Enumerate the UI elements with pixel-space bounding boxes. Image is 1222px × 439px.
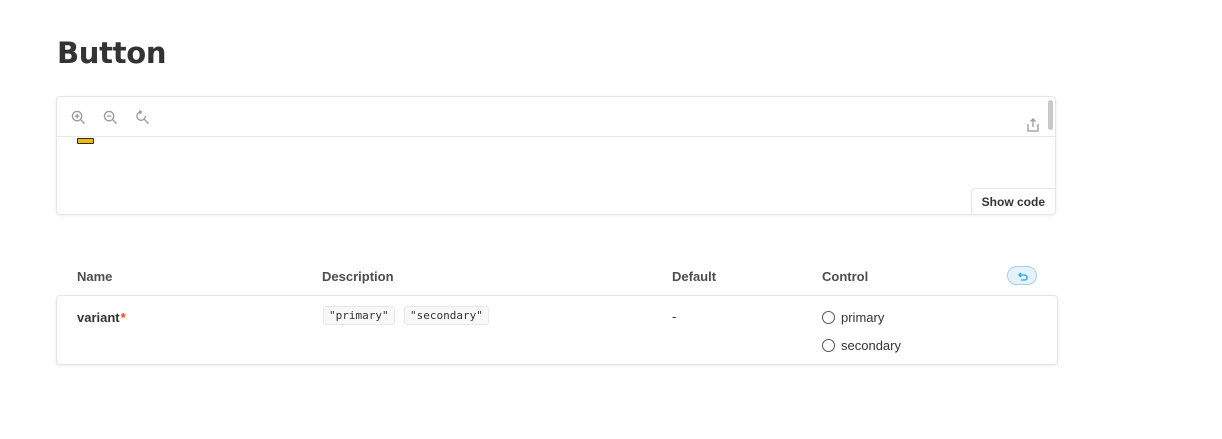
page-title: Button <box>57 36 167 70</box>
zoom-in-icon <box>71 110 85 124</box>
story-render-area <box>57 138 1055 214</box>
scrollbar-thumb[interactable] <box>1048 100 1053 130</box>
undo-icon <box>1018 272 1028 281</box>
zoom-out-icon <box>103 110 117 124</box>
args-table: variant* "primary" "secondary" - primary… <box>56 295 1058 365</box>
default-value: - <box>672 309 677 324</box>
column-header-control: Control <box>822 269 869 284</box>
radio-label: primary <box>841 310 885 325</box>
column-header-name: Name <box>77 269 113 284</box>
share-icon <box>1027 118 1039 132</box>
radio-option-primary[interactable]: primary <box>822 310 884 325</box>
reset-zoom-icon <box>135 109 149 124</box>
radio-option-secondary[interactable]: secondary <box>822 338 901 353</box>
arg-name-label: variant <box>77 310 120 325</box>
arg-name: variant* <box>77 310 126 325</box>
reset-zoom-button[interactable] <box>133 108 151 126</box>
radio-button[interactable] <box>822 311 835 324</box>
zoom-out-button[interactable] <box>101 108 119 126</box>
share-button[interactable] <box>1025 117 1041 133</box>
show-code-button[interactable]: Show code <box>970 188 1055 214</box>
zoom-in-button[interactable] <box>69 108 87 126</box>
radio-button[interactable] <box>822 339 835 352</box>
column-header-default: Default <box>672 269 717 284</box>
required-indicator: * <box>120 310 126 325</box>
radio-label: secondary <box>841 338 901 353</box>
column-header-description: Description <box>322 269 394 284</box>
description-value-chip: "primary" <box>323 306 395 325</box>
story-button[interactable] <box>77 138 94 144</box>
story-preview-canvas: Show code <box>56 96 1056 215</box>
preview-toolbar <box>57 97 1055 137</box>
reset-controls-button[interactable] <box>1007 266 1037 285</box>
description-value-chip: "secondary" <box>404 306 489 325</box>
